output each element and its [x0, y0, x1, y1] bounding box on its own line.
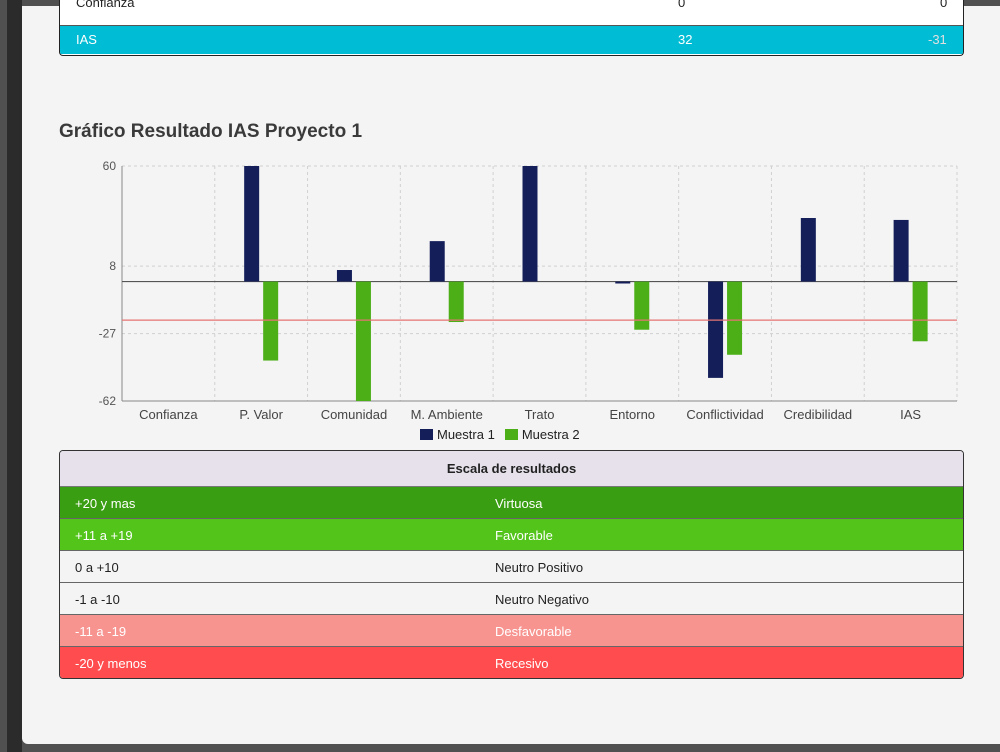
x-tick-label: Comunidad: [321, 407, 388, 422]
scale-label: Favorable: [495, 528, 553, 543]
bar-1: [615, 281, 631, 284]
window-bottom-edge: [22, 744, 1000, 752]
x-tick-label: Trato: [525, 407, 555, 422]
scale-range: +20 y mas: [75, 496, 136, 511]
x-tick-label: Confianza: [139, 407, 198, 422]
y-tick-label: -27: [99, 327, 117, 341]
bar-1: [522, 166, 538, 282]
bar-1: [244, 166, 260, 282]
legend-label: Muestra 2: [521, 427, 580, 442]
scale-label: Recesivo: [495, 656, 549, 671]
row-value-1: 0: [678, 0, 686, 10]
bar-2: [634, 281, 650, 330]
scale-row: +20 y mas Virtuosa: [60, 487, 963, 519]
x-tick-label: M. Ambiente: [411, 407, 483, 422]
results-scale-table: Escala de resultados +20 y mas Virtuosa +1…: [59, 450, 964, 679]
y-tick-label: 60: [103, 159, 117, 173]
scale-range: -1 a -10: [75, 592, 120, 607]
row-value-2: 0: [940, 0, 948, 10]
window-left-border: [7, 0, 22, 752]
page-content: Confianza 0 0 IAS 32 -31 Gráfico Resulta…: [22, 0, 1000, 744]
scale-label: Virtuosa: [495, 496, 543, 511]
y-tick-label: -62: [99, 394, 117, 408]
bar-2: [355, 281, 371, 401]
bar-1: [800, 218, 816, 282]
legend-label: Muestra 1: [437, 427, 495, 442]
bar-2: [727, 281, 743, 355]
bar-2: [263, 281, 279, 361]
bar-1: [336, 270, 352, 282]
scale-header: Escala de resultados: [60, 451, 963, 487]
scale-label: Neutro Positivo: [495, 560, 584, 575]
table-row: Confianza 0 0: [60, 0, 963, 26]
legend-swatch: [420, 429, 433, 440]
legend-item-series-1[interactable]: Muestra 1: [420, 427, 495, 442]
bar-1: [429, 241, 445, 282]
scale-range: 0 a +10: [75, 560, 119, 575]
scale-label: Desfavorable: [495, 624, 572, 639]
legend-swatch: [504, 429, 518, 440]
scale-range: -20 y menos: [75, 656, 147, 671]
bar-1: [708, 281, 724, 378]
row-value-1: 32: [678, 32, 693, 47]
bar-2: [448, 281, 464, 323]
bar-2: [912, 281, 928, 342]
x-tick-label: Credibilidad: [784, 407, 853, 422]
row-label: IAS: [76, 32, 97, 47]
bar-1: [893, 219, 909, 282]
chart-title: Gráfico Resultado IAS Proyecto 1: [59, 121, 363, 142]
row-value-2: -31: [928, 32, 947, 47]
table-row-ias: IAS 32 -31: [60, 26, 963, 54]
scale-label: Neutro Negativo: [495, 592, 589, 607]
x-tick-label: IAS: [900, 407, 921, 422]
scale-row: +11 a +19 Favorable: [60, 519, 963, 551]
scale-range: -11 a -19: [75, 624, 127, 639]
chart-legend: Muestra 1 Muestra 2: [420, 427, 580, 442]
window-left-edge: [0, 0, 7, 752]
legend-item-series-2[interactable]: Muestra 2: [504, 427, 580, 442]
results-table: Confianza 0 0 IAS 32 -31: [59, 0, 964, 56]
scale-row: -20 y menos Recesivo: [60, 647, 963, 678]
scale-row: -1 a -10 Neutro Negativo: [60, 583, 963, 615]
bar-chart: 60 8 -27 -62 Confianza P. Valor Comunidad M. Am…: [99, 159, 958, 422]
scale-range: +11 a +19: [75, 528, 133, 543]
y-tick-label: 8: [109, 259, 116, 273]
scale-row: 0 a +10 Neutro Positivo: [60, 551, 963, 583]
x-tick-label: Conflictividad: [686, 407, 763, 422]
row-label: Confianza: [76, 0, 135, 10]
x-tick-label: Entorno: [610, 407, 656, 422]
scale-row: -11 a -19 Desfavorable: [60, 615, 963, 647]
x-tick-label: P. Valor: [239, 407, 283, 422]
